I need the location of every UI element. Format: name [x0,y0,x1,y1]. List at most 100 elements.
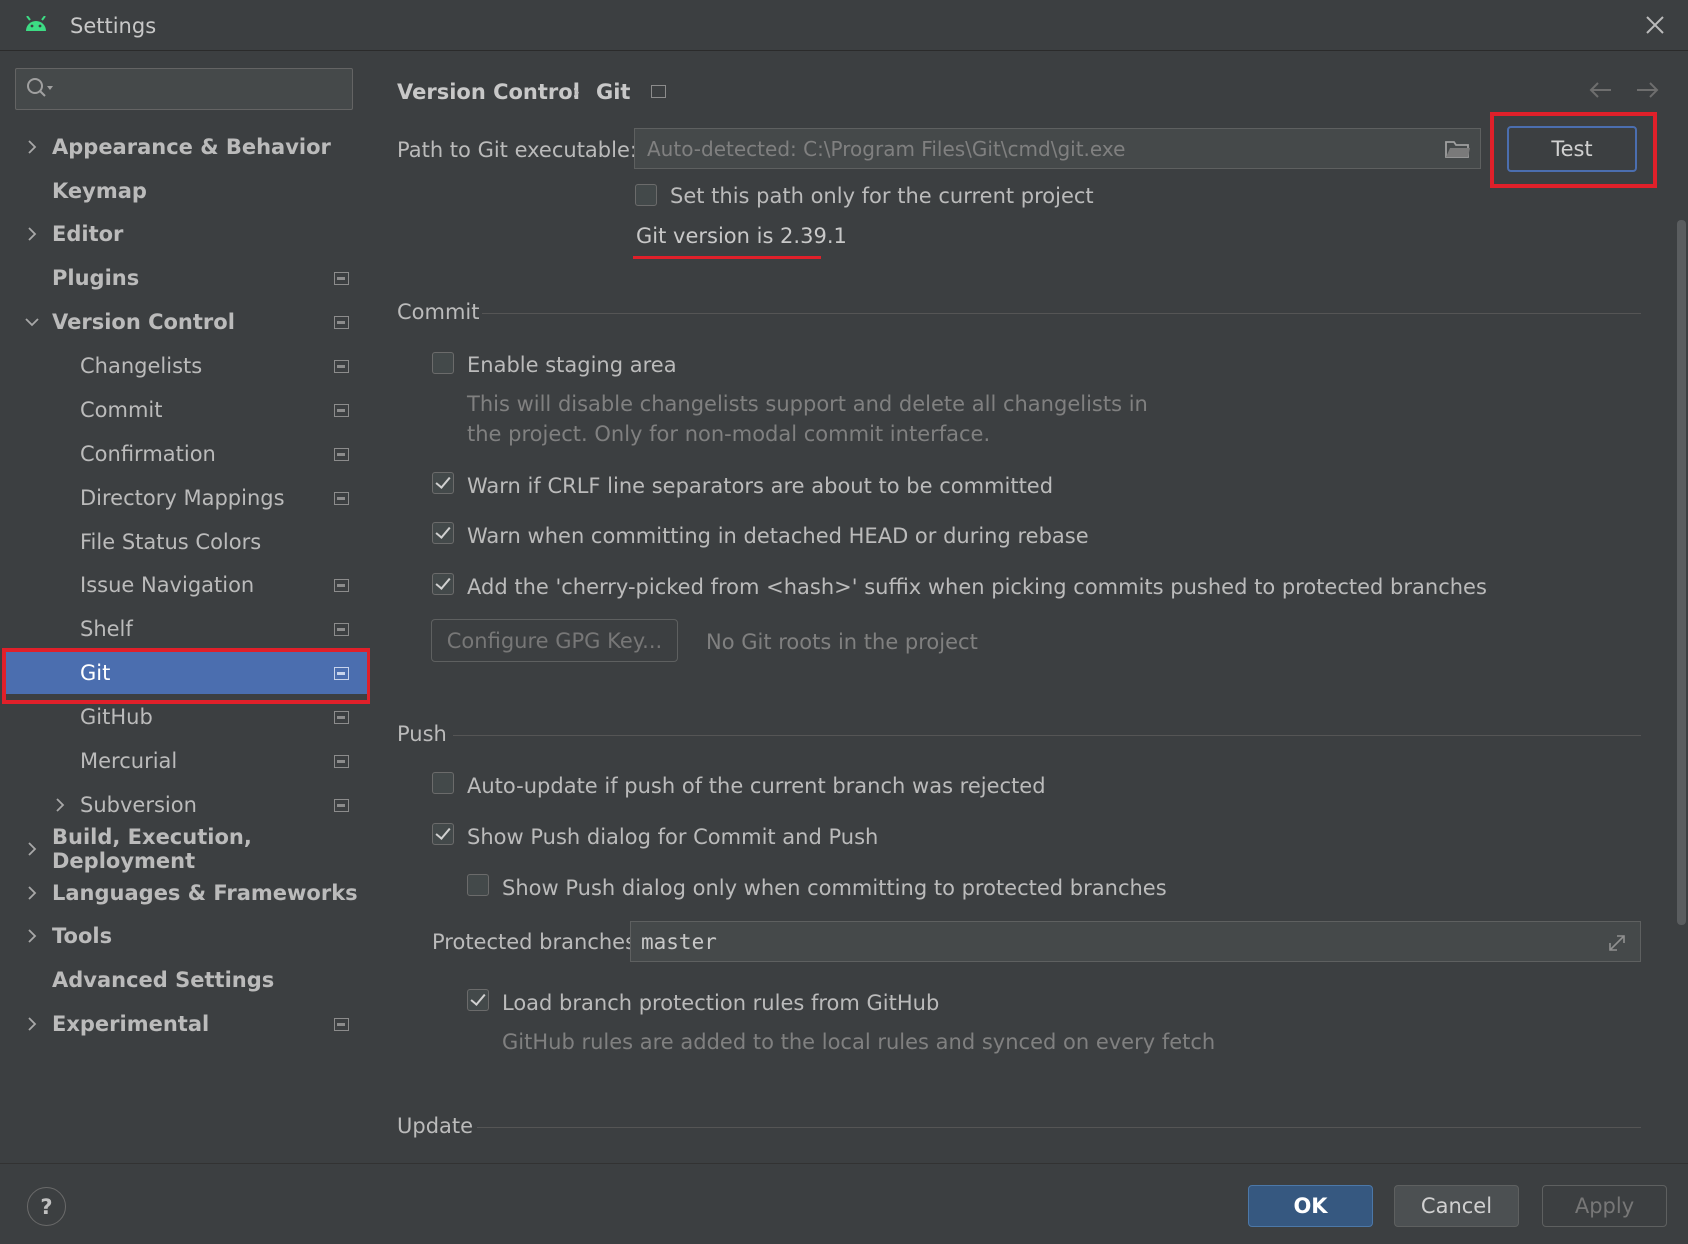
breadcrumb-current: Git [596,80,631,104]
back-arrow-icon[interactable] [1588,80,1614,100]
project-scope-icon [334,622,349,636]
sidebar-item-label: Languages & Frameworks [52,881,358,905]
project-scope-icon [334,403,349,417]
sidebar-item-issue-navigation[interactable]: Issue Navigation [0,564,369,606]
cherry-pick-label: Add the 'cherry-picked from <hash>' suff… [467,575,1487,599]
android-logo-icon [26,16,46,31]
help-button[interactable]: ? [27,1187,66,1226]
warn-crlf-checkbox[interactable] [432,472,454,494]
project-scope-icon [334,447,349,461]
chevron-right-icon[interactable] [24,226,40,242]
project-scope-icon [334,491,349,505]
sidebar-item-keymap[interactable]: Keymap [0,170,369,212]
chevron-right-icon[interactable] [52,797,68,813]
ok-button[interactable]: OK [1248,1185,1373,1227]
sidebar-item-file-status-colors[interactable]: File Status Colors [0,521,369,563]
push-section-header: Push [397,722,447,746]
sidebar-item-label: Shelf [80,617,133,641]
breadcrumb-parent[interactable]: Version Control [397,80,580,104]
load-rules-checkbox[interactable] [467,989,489,1011]
scrollbar-thumb[interactable] [1677,220,1686,925]
folder-icon[interactable] [1445,139,1471,159]
project-scope-icon [334,271,349,285]
sidebar-item-label: Appearance & Behavior [52,135,331,159]
expand-icon[interactable] [1606,932,1628,954]
sidebar-item-changelists[interactable]: Changelists [0,345,369,387]
sidebar-item-advanced-settings[interactable]: Advanced Settings [0,959,369,1001]
sidebar-item-subversion[interactable]: Subversion [0,784,369,826]
push-divider [453,735,1641,736]
sidebar-item-experimental[interactable]: Experimental [0,1003,369,1045]
git-path-input[interactable]: Auto-detected: C:\Program Files\Git\cmd\… [634,128,1481,169]
protected-branches-input[interactable]: master [630,921,1641,962]
auto-update-label: Auto-update if push of the current branc… [467,774,1046,798]
sidebar-item-confirmation[interactable]: Confirmation [0,433,369,475]
sidebar-item-label: Issue Navigation [80,573,255,597]
sidebar-item-tools[interactable]: Tools [0,915,369,957]
project-scope-icon [334,315,349,329]
warn-crlf-label: Warn if CRLF line separators are about t… [467,474,1054,498]
sidebar-item-label: Subversion [80,793,197,817]
staging-area-checkbox[interactable] [432,352,454,374]
chevron-right-icon[interactable] [24,841,40,857]
cancel-button[interactable]: Cancel [1394,1185,1519,1227]
close-icon[interactable] [1640,10,1670,40]
sidebar-item-label: File Status Colors [80,530,262,554]
warn-detached-checkbox[interactable] [432,522,454,544]
staging-area-label: Enable staging area [467,353,677,377]
sidebar-item-label: Tools [52,924,113,948]
breadcrumb-separator: › [572,80,581,104]
commit-section-header: Commit [397,300,480,324]
sidebar-item-commit[interactable]: Commit [0,389,369,431]
git-path-placeholder: Auto-detected: C:\Program Files\Git\cmd\… [647,137,1126,161]
project-scope-icon [334,1017,349,1031]
search-input[interactable] [15,68,353,110]
sidebar-item-languages-frameworks[interactable]: Languages & Frameworks [0,872,369,914]
apply-button[interactable]: Apply [1542,1185,1667,1227]
sidebar-item-version-control[interactable]: Version Control [0,301,369,343]
sidebar-item-build-execution-deployment[interactable]: Build, Execution, Deployment [0,825,369,873]
show-push-dialog-checkbox[interactable] [432,823,454,845]
warn-detached-label: Warn when committing in detached HEAD or… [467,524,1089,548]
cherry-pick-checkbox[interactable] [432,573,454,595]
sidebar-item-mercurial[interactable]: Mercurial [0,740,369,782]
sidebar-item-shelf[interactable]: Shelf [0,608,369,650]
git-item-highlight [2,648,371,704]
sidebar-item-label: GitHub [80,705,153,729]
project-scope-icon [334,710,349,724]
forward-arrow-icon[interactable] [1634,80,1660,100]
update-section-header: Update [397,1114,474,1138]
sidebar-item-plugins[interactable]: Plugins [0,257,369,299]
auto-update-checkbox[interactable] [432,772,454,794]
settings-window: Settings Appearance & Behavior Keymap Edit… [0,0,1688,1244]
current-project-checkbox[interactable] [635,184,657,206]
sidebar-item-label: Commit [80,398,163,422]
load-rules-label: Load branch protection rules from GitHub [502,991,940,1015]
chevron-right-icon[interactable] [24,139,40,155]
sidebar-item-label: Keymap [52,179,147,203]
sidebar-item-label: Plugins [52,266,140,290]
sidebar-item-label: Editor [52,222,124,246]
show-push-dialog-label: Show Push dialog for Commit and Push [467,825,879,849]
sidebar-item-label: Build, Execution, Deployment [52,825,252,873]
project-scope-icon [651,85,666,98]
sidebar-item-label: Advanced Settings [52,968,275,992]
sidebar-item-appearance-behavior[interactable]: Appearance & Behavior [0,126,369,168]
title-bar: Settings [0,0,1688,51]
sidebar-item-directory-mappings[interactable]: Directory Mappings [0,477,369,519]
chevron-right-icon[interactable] [24,928,40,944]
git-version-text: Git version is 2.39.1 [636,224,847,248]
staging-desc-line-1: This will disable changelists support an… [467,392,1148,416]
configure-gpg-button[interactable]: Configure GPG Key... [431,619,678,662]
test-button-highlight [1490,112,1657,188]
sidebar-item-editor[interactable]: Editor [0,213,369,255]
project-scope-icon [334,798,349,812]
window-title: Settings [70,14,157,38]
chevron-right-icon[interactable] [24,1016,40,1032]
current-project-label: Set this path only for the current proje… [670,184,1094,208]
push-dialog-protected-checkbox[interactable] [467,874,489,896]
staging-desc-line-2: the project. Only for non-modal commit i… [467,422,991,446]
chevron-right-icon[interactable] [24,885,40,901]
protected-branches-value: master [641,930,717,954]
chevron-down-icon[interactable] [24,314,40,330]
